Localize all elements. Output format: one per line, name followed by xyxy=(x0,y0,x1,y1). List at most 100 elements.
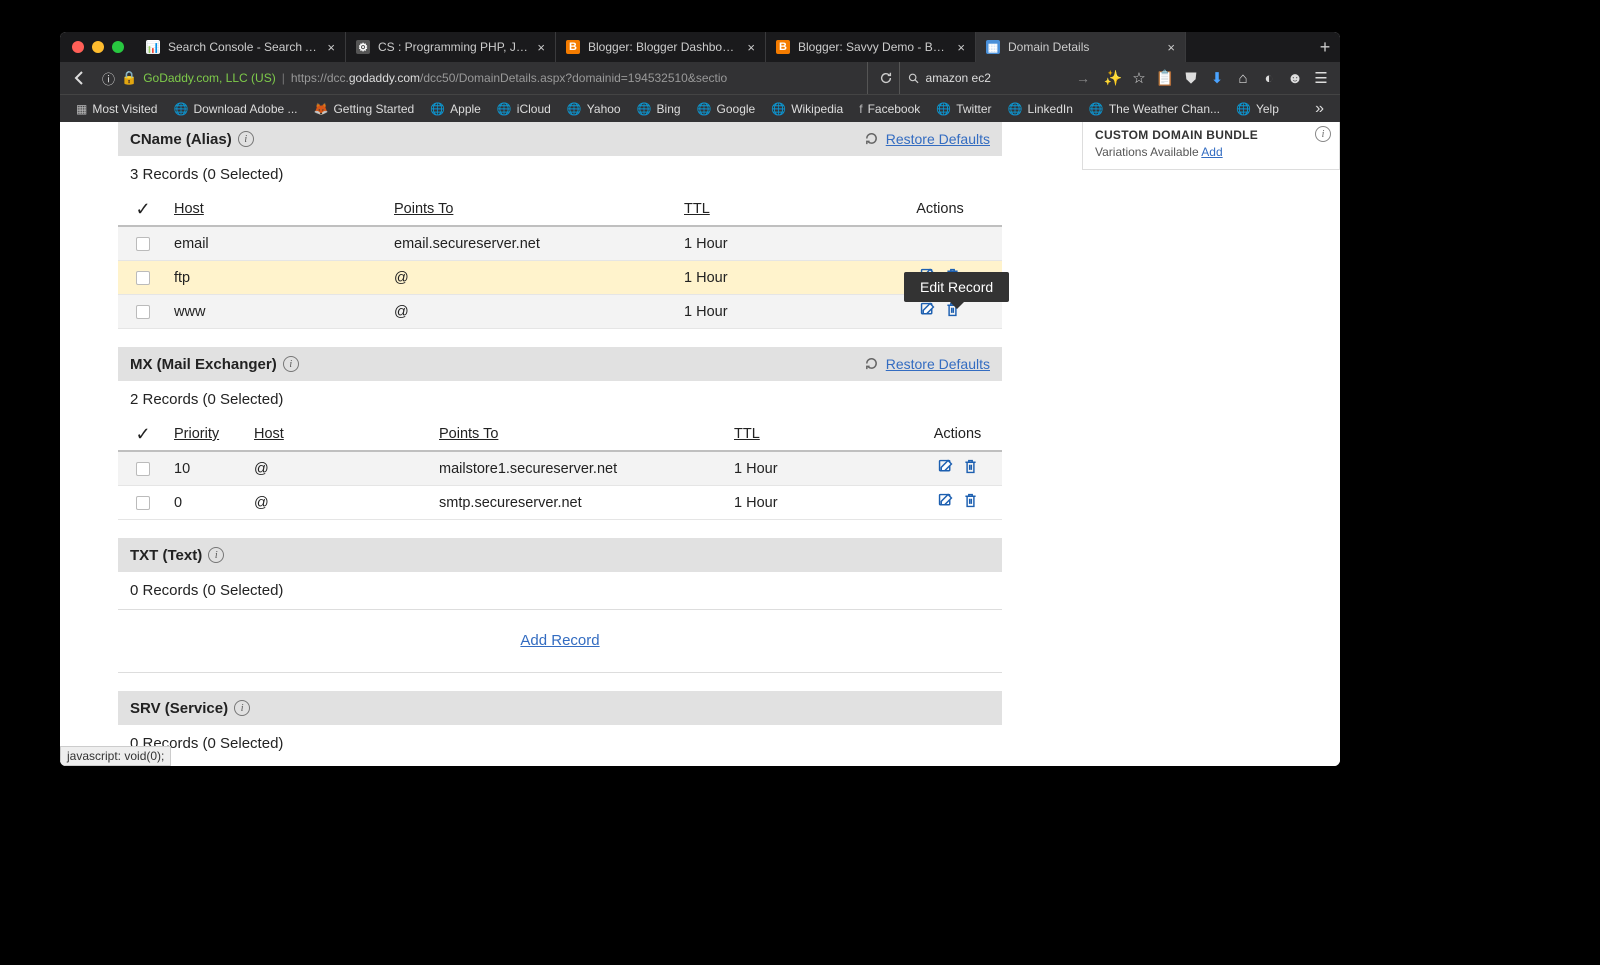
select-all-icon[interactable]: ✓ xyxy=(135,424,150,445)
bookmark-label: Facebook xyxy=(868,102,921,116)
new-tab-button[interactable]: + xyxy=(1310,37,1340,58)
bookmark-icon: 🌐 xyxy=(771,102,786,116)
browser-tab[interactable]: ⚙CS : Programming PHP, JQ...× xyxy=(346,32,556,62)
row-checkbox[interactable] xyxy=(136,462,150,476)
col-host[interactable]: Host xyxy=(254,426,284,442)
mx-title: MX (Mail Exchanger) xyxy=(130,356,277,373)
row-checkbox[interactable] xyxy=(136,271,150,285)
info-icon[interactable]: i xyxy=(234,700,250,716)
restore-defaults-link[interactable]: Restore Defaults xyxy=(886,356,990,372)
cell-host: @ xyxy=(248,495,433,511)
cell-actions xyxy=(913,492,1002,513)
row-checkbox[interactable] xyxy=(136,496,150,510)
mx-thead: ✓ Priority Host Points To TTL Actions xyxy=(118,418,1002,452)
sidebar-card-sub: Variations Available Add xyxy=(1095,145,1327,159)
maximize-window[interactable] xyxy=(112,41,124,53)
bookmark-label: Bing xyxy=(657,102,681,116)
restore-defaults-link[interactable]: Restore Defaults xyxy=(886,131,990,147)
browser-tab[interactable]: BBlogger: Savvy Demo - Bas...× xyxy=(766,32,976,62)
home-icon[interactable]: ⌂ xyxy=(1232,70,1254,87)
delete-icon[interactable] xyxy=(962,492,979,509)
info-icon[interactable]: i xyxy=(208,547,224,563)
cell-points-to: smtp.secureserver.net xyxy=(433,495,728,511)
url-bar[interactable]: ⓘ 🔒 GoDaddy.com, LLC (US) | https://dcc.… xyxy=(96,62,868,94)
search-icon xyxy=(908,72,920,85)
txt-title: TXT (Text) xyxy=(130,547,202,564)
select-all-icon[interactable]: ✓ xyxy=(135,199,150,220)
lock-icon: 🔒 xyxy=(121,70,137,86)
edit-icon[interactable] xyxy=(937,458,954,475)
cell-points-to: mailstore1.secureserver.net xyxy=(433,461,728,477)
edit-icon[interactable] xyxy=(919,301,936,318)
pocket-icon[interactable]: ⛊ xyxy=(1180,70,1202,87)
bookmark-icon: 🦊 xyxy=(314,102,329,116)
tab-close-icon[interactable]: × xyxy=(957,40,965,55)
browser-tab[interactable]: BBlogger: Blogger Dashboard× xyxy=(556,32,766,62)
tab-favicon: 📊 xyxy=(146,40,160,54)
search-go[interactable]: → xyxy=(1070,70,1096,86)
tab-close-icon[interactable]: × xyxy=(1167,40,1175,55)
account-icon[interactable]: ☻ xyxy=(1284,70,1306,87)
tab-close-icon[interactable]: × xyxy=(537,40,545,55)
info-icon[interactable]: i xyxy=(238,131,254,147)
bookmark-item[interactable]: 🌐Yelp xyxy=(1228,102,1287,116)
tab-close-icon[interactable]: × xyxy=(327,40,335,55)
downloads-icon[interactable]: ⬇ xyxy=(1206,69,1228,87)
col-host[interactable]: Host xyxy=(174,201,204,217)
bookmark-label: Most Visited xyxy=(92,102,157,116)
bookmark-label: Getting Started xyxy=(333,102,414,116)
mx-header: MX (Mail Exchanger) i Restore Defaults xyxy=(118,347,1002,381)
cell-points-to: email.secureserver.net xyxy=(388,236,678,252)
bookmark-item[interactable]: 🌐iCloud xyxy=(489,102,559,116)
cell-priority: 10 xyxy=(168,461,248,477)
browser-tab[interactable]: ▦Domain Details× xyxy=(976,32,1186,62)
menu-icon[interactable]: ☰ xyxy=(1310,69,1332,87)
bookmark-item[interactable]: 🌐LinkedIn xyxy=(1000,102,1081,116)
row-checkbox[interactable] xyxy=(136,237,150,251)
edit-icon[interactable] xyxy=(937,492,954,509)
bookmark-item[interactable]: 🌐Wikipedia xyxy=(763,102,851,116)
back-button[interactable] xyxy=(68,66,92,90)
bookmark-item[interactable]: 🌐Apple xyxy=(422,102,489,116)
cname-table: ✓ Host Points To TTL Actions email email… xyxy=(118,193,1002,329)
bookmark-item[interactable]: ▦Most Visited xyxy=(68,102,165,116)
bookmark-item[interactable]: 🌐Download Adobe ... xyxy=(165,102,305,116)
bookmark-star-icon[interactable]: ☆ xyxy=(1128,69,1150,87)
bookmark-item[interactable]: 🌐Bing xyxy=(629,102,689,116)
tab-close-icon[interactable]: × xyxy=(747,40,755,55)
col-points-to[interactable]: Points To xyxy=(394,201,453,217)
tool-wand-icon[interactable]: ✨ xyxy=(1102,69,1124,87)
toolbar-icons: ✨ ☆ 📋 ⛊ ⬇ ⌂ ◐ ☻ ☰ xyxy=(1096,69,1332,87)
site-identity: GoDaddy.com, LLC (US) xyxy=(143,71,276,85)
bookmark-item[interactable]: 🌐Twitter xyxy=(928,102,999,116)
row-checkbox[interactable] xyxy=(136,305,150,319)
bookmarks-overflow[interactable]: » xyxy=(1307,100,1332,118)
site-info-icon[interactable]: ⓘ xyxy=(102,69,115,88)
add-record-link[interactable]: Add Record xyxy=(520,632,599,649)
cname-thead: ✓ Host Points To TTL Actions xyxy=(118,193,1002,227)
info-icon[interactable]: i xyxy=(1315,126,1331,142)
search-input[interactable] xyxy=(926,71,1062,85)
bookmark-item[interactable]: 🌐Yahoo xyxy=(559,102,629,116)
info-icon[interactable]: i xyxy=(283,356,299,372)
browser-tab[interactable]: 📊Search Console - Search A...× xyxy=(136,32,346,62)
search-bar[interactable] xyxy=(900,62,1070,94)
col-actions: Actions xyxy=(916,201,964,217)
bookmark-item[interactable]: 🌐The Weather Chan... xyxy=(1081,102,1228,116)
bookmark-item[interactable]: 🦊 Getting Started xyxy=(306,102,423,116)
reload-button[interactable] xyxy=(872,62,900,94)
minimize-window[interactable] xyxy=(92,41,104,53)
bookmark-item[interactable]: 🌐Google xyxy=(689,102,764,116)
sidebar-add-link[interactable]: Add xyxy=(1201,145,1222,159)
col-ttl[interactable]: TTL xyxy=(734,426,760,442)
delete-icon[interactable] xyxy=(962,458,979,475)
clipboard-icon[interactable]: 📋 xyxy=(1154,69,1176,87)
col-points-to[interactable]: Points To xyxy=(439,426,498,442)
tab-label: Domain Details xyxy=(1008,40,1159,54)
table-row: ftp @ 1 Hour xyxy=(118,261,1002,295)
bookmark-item[interactable]: fFacebook xyxy=(851,102,928,116)
close-window[interactable] xyxy=(72,41,84,53)
firefox-icon[interactable]: ◐ xyxy=(1258,70,1280,87)
col-ttl[interactable]: TTL xyxy=(684,201,710,217)
col-priority[interactable]: Priority xyxy=(174,426,219,442)
